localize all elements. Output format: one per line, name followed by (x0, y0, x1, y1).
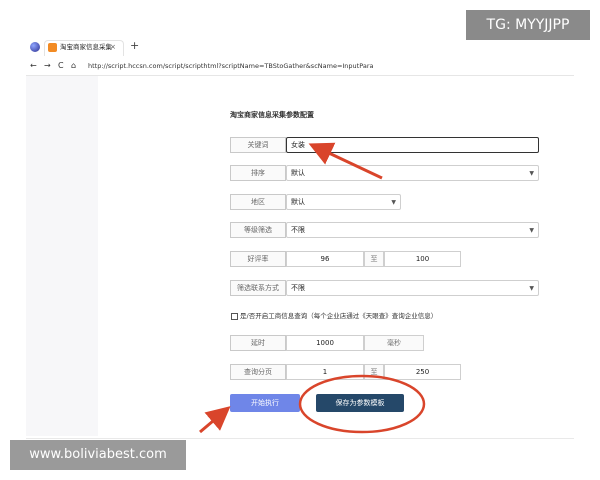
delay-unit: 毫秒 (364, 335, 424, 351)
rating-label: 好评率 (230, 251, 286, 267)
region-select[interactable]: 默认 ▼ (286, 194, 401, 210)
level-label: 等级筛选 (230, 222, 286, 238)
form-title: 淘宝商家信息采集参数配置 (230, 111, 314, 119)
left-panel (26, 76, 98, 436)
bottom-divider (26, 438, 574, 439)
tab-title[interactable]: 淘宝商家信息采集 (60, 41, 112, 53)
paging-separator: 至 (364, 364, 384, 380)
annotation-arrow-start (199, 406, 231, 434)
start-button[interactable]: 开始执行 (230, 394, 300, 412)
favicon-icon (48, 43, 57, 52)
contact-filter-select[interactable]: 不限 ▼ (286, 280, 539, 296)
level-select[interactable]: 不限 ▼ (286, 222, 539, 238)
reload-icon[interactable]: C (58, 60, 64, 71)
contact-filter-label: 筛选联系方式 (230, 280, 286, 296)
address-bar[interactable]: http://script.hccsn.com/script/scripthtm… (88, 61, 374, 71)
watermark-label: TG: MYYJJPP (466, 10, 590, 40)
sort-select-value: 默认 (291, 169, 305, 177)
paging-label: 查询分页 (230, 364, 286, 380)
level-select-value: 不限 (291, 226, 305, 234)
home-icon[interactable]: ⌂ (71, 60, 76, 71)
browser-logo-icon[interactable] (30, 42, 40, 52)
paging-from-input[interactable]: 1 (286, 364, 364, 380)
back-icon[interactable]: ← (30, 60, 37, 71)
chevron-down-icon: ▼ (391, 199, 396, 206)
rating-from-input[interactable]: 96 (286, 251, 364, 267)
business-check-label[interactable]: 是/否开启工商信息查询（每个企业店通过《天眼查》查询企业信息） (240, 311, 437, 322)
contact-filter-value: 不限 (291, 284, 305, 292)
keyword-input[interactable]: 女装 (286, 137, 539, 153)
forward-icon[interactable]: → (44, 60, 51, 71)
chevron-down-icon: ▼ (529, 285, 534, 292)
delay-label: 延时 (230, 335, 286, 351)
save-template-button[interactable]: 保存为参数模板 (316, 394, 404, 412)
close-tab-icon[interactable]: × (110, 41, 116, 53)
delay-input[interactable]: 1000 (286, 335, 364, 351)
region-label: 地区 (230, 194, 286, 210)
keyword-label: 关键词 (230, 137, 286, 153)
site-watermark: www.boliviabest.com (10, 440, 186, 470)
region-select-value: 默认 (291, 198, 305, 206)
chevron-down-icon: ▼ (529, 227, 534, 234)
sort-select[interactable]: 默认 ▼ (286, 165, 539, 181)
toolbar-divider (26, 75, 574, 76)
new-tab-button[interactable]: + (130, 39, 139, 53)
rating-separator: 至 (364, 251, 384, 267)
sort-label: 排序 (230, 165, 286, 181)
business-check-checkbox[interactable] (231, 313, 238, 320)
rating-to-input[interactable]: 100 (384, 251, 461, 267)
paging-to-input[interactable]: 250 (384, 364, 461, 380)
chevron-down-icon: ▼ (529, 170, 534, 177)
